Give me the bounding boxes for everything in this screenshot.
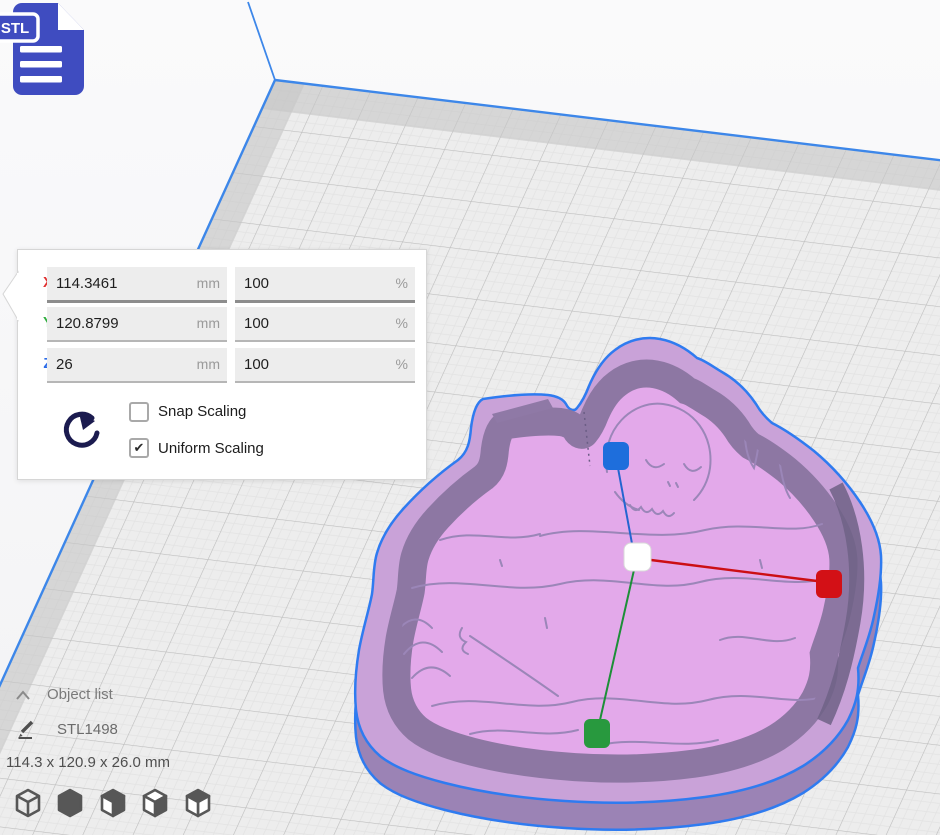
build-volume-corner-edge: [248, 2, 275, 80]
view-right-icon[interactable]: [183, 787, 213, 819]
scale-y-percent-input[interactable]: [235, 307, 415, 340]
cura-viewport: STL X mm % Y mm %: [0, 0, 940, 835]
mm-unit-label: mm: [197, 356, 220, 372]
mm-unit-label: mm: [197, 315, 220, 331]
scale-y-mm-field[interactable]: mm: [47, 307, 227, 342]
camera-view-toolbar: [13, 787, 221, 821]
scale-x-mm-field[interactable]: mm: [47, 267, 227, 303]
scale-y-percent-field[interactable]: %: [235, 307, 415, 342]
view-top-icon[interactable]: [98, 787, 128, 819]
percent-unit-label: %: [396, 315, 408, 331]
scale-row-y: Y mm %: [18, 307, 426, 340]
view-front-icon[interactable]: [55, 787, 85, 819]
scale-z-percent-input[interactable]: [235, 348, 415, 381]
scale-z-mm-field[interactable]: mm: [47, 348, 227, 383]
snap-scaling-checkbox[interactable]: [129, 402, 149, 422]
scale-z-percent-field[interactable]: %: [235, 348, 415, 383]
object-list-header[interactable]: Object list: [14, 686, 174, 706]
object-name: STL1498: [57, 721, 118, 738]
reset-scale-button[interactable]: [59, 406, 105, 452]
gizmo-z-handle[interactable]: [603, 442, 629, 470]
object-list-title: Object list: [47, 686, 113, 703]
scale-tool-panel: X mm % Y mm % Z mm: [17, 249, 427, 480]
object-list-item[interactable]: STL1498: [16, 718, 196, 742]
scale-row-z: Z mm %: [18, 348, 426, 381]
gizmo-y-handle[interactable]: [584, 719, 610, 748]
view-3d-icon[interactable]: [13, 787, 43, 819]
mm-unit-label: mm: [197, 275, 220, 291]
chevron-up-icon: [14, 689, 32, 703]
snap-scaling-label: Snap Scaling: [158, 403, 246, 420]
panel-pointer: [1, 258, 19, 328]
view-left-icon[interactable]: [140, 787, 170, 819]
percent-unit-label: %: [396, 356, 408, 372]
gizmo-center-handle[interactable]: [624, 543, 651, 571]
uniform-scaling-checkmark: ✔: [134, 440, 145, 455]
uniform-scaling-checkbox[interactable]: ✔: [129, 438, 149, 458]
gizmo-x-handle[interactable]: [816, 570, 842, 598]
object-dimensions: 114.3 x 120.9 x 26.0 mm: [6, 754, 170, 771]
stl-badge-label: STL: [1, 20, 29, 37]
percent-unit-label: %: [396, 275, 408, 291]
scale-x-percent-input[interactable]: [235, 267, 415, 300]
stl-file-fold: [58, 3, 84, 30]
uniform-scaling-label: Uniform Scaling: [158, 440, 264, 457]
scale-row-x: X mm %: [18, 267, 426, 300]
stl-file-icon: STL: [0, 0, 100, 102]
scale-x-percent-field[interactable]: %: [235, 267, 415, 303]
per-object-settings-icon: [16, 718, 40, 740]
